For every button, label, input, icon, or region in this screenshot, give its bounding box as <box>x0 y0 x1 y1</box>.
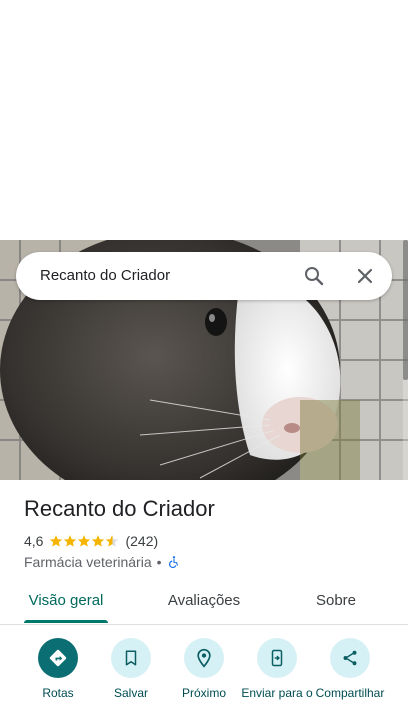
search-input[interactable]: Recanto do Criador <box>40 252 170 300</box>
share-icon <box>330 638 370 678</box>
rating-row[interactable]: 4,6 (242) <box>24 532 158 550</box>
place-category: Farmácia veterinária <box>24 554 152 570</box>
search-bar[interactable]: Recanto do Criador <box>16 252 392 300</box>
category-row: Farmácia veterinária • <box>24 553 181 571</box>
star-icon <box>50 535 63 547</box>
star-rating <box>49 534 119 548</box>
separator-dot: • <box>156 554 162 570</box>
star-icon <box>64 535 77 547</box>
tab-about[interactable]: Sobre <box>306 582 366 624</box>
directions-icon <box>38 638 78 678</box>
rating-value: 4,6 <box>24 533 44 549</box>
tab-overview[interactable]: Visão geral <box>24 582 108 624</box>
half-star-icon <box>106 535 119 547</box>
save-button[interactable]: Salvar <box>94 638 168 700</box>
photo-scrollbar[interactable] <box>403 240 408 380</box>
action-buttons: Rotas Salvar Próximo Enviar para o Compa… <box>0 632 408 720</box>
blank-map-area <box>0 0 408 240</box>
star-icon <box>92 535 105 547</box>
bookmark-icon <box>111 638 151 678</box>
nearby-label: Próximo <box>181 686 226 700</box>
nearby-icon <box>184 638 224 678</box>
tab-bar: Visão geral Avaliações Sobre <box>0 582 408 625</box>
review-count[interactable]: (242) <box>125 533 158 549</box>
wheelchair-icon <box>168 556 178 569</box>
tab-reviews[interactable]: Avaliações <box>158 582 250 624</box>
search-icon[interactable] <box>302 264 326 288</box>
send-to-phone-icon <box>257 638 297 678</box>
save-label: Salvar <box>113 686 148 700</box>
directions-button[interactable]: Rotas <box>21 638 95 700</box>
close-icon[interactable] <box>353 264 377 288</box>
active-tab-indicator <box>24 620 108 623</box>
share-button[interactable]: Compartilhar <box>313 638 387 700</box>
directions-label: Rotas <box>42 686 74 700</box>
star-icon <box>78 535 91 547</box>
send-to-phone-button[interactable]: Enviar para o <box>240 638 314 700</box>
nearby-button[interactable]: Próximo <box>167 638 241 700</box>
place-title: Recanto do Criador <box>24 496 215 521</box>
send-to-phone-label: Enviar para o <box>241 686 313 700</box>
share-label: Compartilhar <box>315 686 385 700</box>
